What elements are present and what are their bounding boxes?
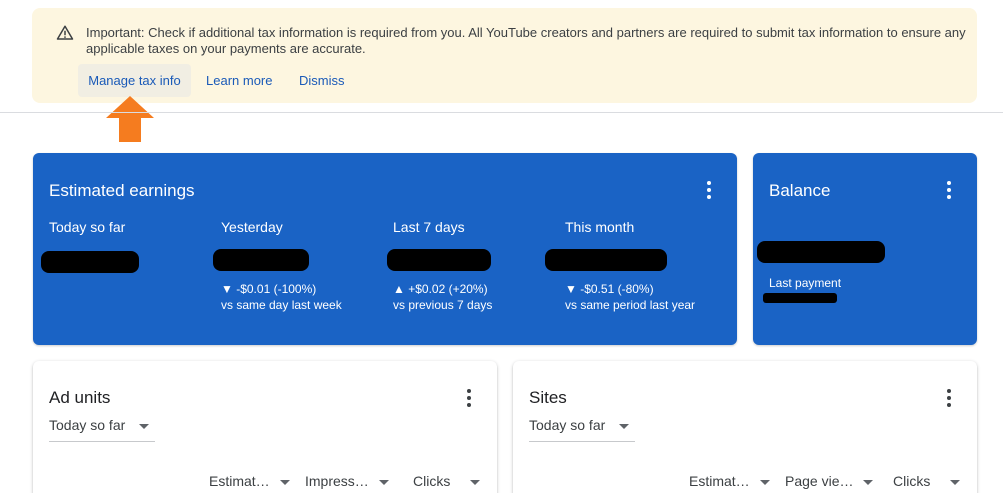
column-estimated-earnings[interactable]: Estimat… <box>209 473 290 489</box>
metric-label: Yesterday <box>221 219 283 235</box>
metric-yesterday: Yesterday ▼ -$0.01 (-100%) vs same day l… <box>213 219 391 312</box>
metric-comparison: vs same day last week <box>221 298 342 312</box>
metric-label: Today so far <box>49 219 126 235</box>
column-page-views[interactable]: Page vie… <box>785 473 874 489</box>
caret-down-icon <box>139 424 150 429</box>
balance-card: Balance Last payment <box>753 153 977 345</box>
ad-units-title: Ad units <box>49 388 111 407</box>
column-clicks[interactable]: Clicks <box>893 473 961 489</box>
more-vert-icon[interactable] <box>945 181 953 199</box>
header-divider <box>0 112 1003 113</box>
earnings-title: Estimated earnings <box>49 181 195 200</box>
range-label: Today so far <box>49 417 126 433</box>
redacted-balance <box>757 241 885 263</box>
learn-more-link[interactable]: Learn more <box>206 64 272 97</box>
metric-today: Today so far <box>41 219 219 273</box>
caret-down-icon <box>619 424 630 429</box>
last-payment-label: Last payment <box>769 276 842 290</box>
caret-down-icon <box>950 479 961 485</box>
metric-label: Last 7 days <box>393 219 465 235</box>
more-vert-icon[interactable] <box>465 389 473 407</box>
metric-this-month: This month ▼ -$0.51 (-80%) vs same perio… <box>545 219 735 312</box>
dismiss-button[interactable]: Dismiss <box>299 64 345 97</box>
adsense-home: Important: Check if additional tax infor… <box>0 0 1003 493</box>
metric-comparison: vs previous 7 days <box>393 298 493 312</box>
metric-change: ▲ +$0.02 (+20%) <box>393 282 488 296</box>
metric-change: ▼ -$0.51 (-80%) <box>565 282 654 296</box>
metric-label: This month <box>565 219 635 235</box>
more-vert-icon[interactable] <box>705 181 713 199</box>
redacted-value <box>545 249 667 271</box>
manage-tax-info-button[interactable]: Manage tax info <box>78 64 191 97</box>
sites-range-dropdown[interactable]: Today so far <box>529 417 636 442</box>
column-impressions[interactable]: Impress… <box>305 473 389 489</box>
redacted-value <box>213 249 309 271</box>
caret-down-icon <box>470 479 481 485</box>
balance-title: Balance <box>769 181 831 200</box>
range-label: Today so far <box>529 417 606 433</box>
caret-down-icon <box>863 479 874 485</box>
estimated-earnings-card: Estimated earnings Today so far Yesterda… <box>33 153 737 345</box>
metric-comparison: vs same period last year <box>565 298 696 312</box>
redacted-last-payment <box>763 293 837 303</box>
caret-down-icon <box>759 479 770 485</box>
warning-icon <box>56 25 74 40</box>
sites-card: Sites Today so far Estimat… Page vie… Cl… <box>513 361 977 493</box>
column-clicks[interactable]: Clicks <box>413 473 481 489</box>
ad-units-range-dropdown[interactable]: Today so far <box>49 417 156 442</box>
more-vert-icon[interactable] <box>945 389 953 407</box>
arrow-up-icon <box>106 96 154 142</box>
metric-last-7-days: Last 7 days ▲ +$0.02 (+20%) vs previous … <box>387 219 563 312</box>
banner-message: Important: Check if additional tax infor… <box>86 25 966 56</box>
tax-info-banner: Important: Check if additional tax infor… <box>32 8 977 103</box>
caret-down-icon <box>279 479 290 485</box>
redacted-value <box>387 249 491 271</box>
ad-units-card: Ad units Today so far Estimat… Impress… … <box>33 361 497 493</box>
redacted-value <box>41 251 139 273</box>
sites-title: Sites <box>529 388 567 407</box>
caret-down-icon <box>378 479 389 485</box>
metric-change: ▼ -$0.01 (-100%) <box>221 282 317 296</box>
column-estimated-earnings[interactable]: Estimat… <box>689 473 770 489</box>
